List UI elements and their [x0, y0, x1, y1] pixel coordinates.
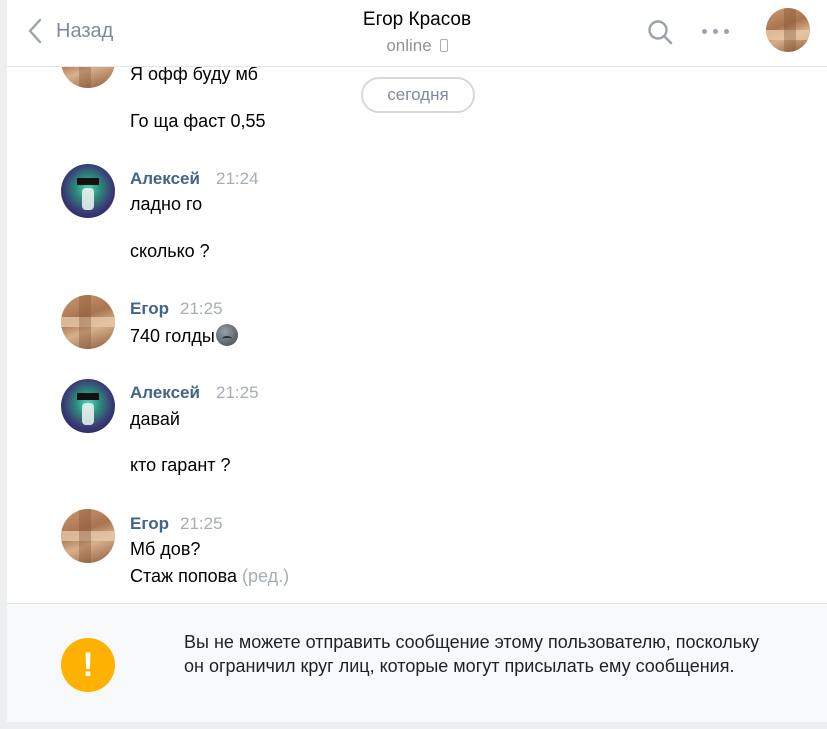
avatar-egor[interactable] [61, 509, 115, 563]
message-author[interactable]: Егор [130, 299, 169, 319]
more-dots-icon[interactable] [700, 20, 732, 42]
message-time: 21:24 [216, 169, 259, 188]
message-text: ладно го [130, 194, 203, 214]
message-author[interactable]: Алексей [130, 383, 200, 403]
avatar-alexey[interactable] [61, 379, 115, 433]
message-text: Го ща фаст 0,55 [130, 111, 266, 131]
sad-face-emoji-icon [215, 324, 238, 346]
message-author[interactable]: Егор [130, 514, 169, 534]
avatar-egor[interactable] [61, 295, 115, 349]
message-text-row: 740 голды [130, 324, 238, 347]
write-restriction-notice: ! Вы не можете отправить сообщение этому… [7, 603, 827, 722]
search-button[interactable] [647, 19, 673, 50]
message-text: Я офф буду мб [130, 64, 258, 84]
mobile-phone-icon [439, 39, 448, 52]
header-avatar[interactable] [766, 8, 810, 52]
warning-icon: ! [61, 638, 115, 692]
message-time: 21:25 [180, 299, 223, 318]
message-text: сколько ? [130, 241, 210, 261]
notice-text: Вы не можете отправить сообщение этому п… [184, 632, 760, 676]
message-text: кто гарант ? [130, 455, 231, 475]
date-divider: сегодня [361, 77, 475, 113]
message-text-row: Стаж попова (ред.) [130, 566, 289, 587]
message-text: Мб дов? [130, 539, 201, 559]
chat-window: Я офф буду мб Го ща фаст 0,55 Алексей 21… [7, 0, 827, 722]
message-time: 21:25 [216, 383, 259, 402]
message-text: 740 голды [130, 326, 215, 346]
edited-label: (ред.) [242, 566, 290, 586]
message-text: давай [130, 409, 180, 429]
message-author[interactable]: Алексей [130, 169, 200, 189]
avatar-alexey[interactable] [61, 164, 115, 218]
chat-header: Назад Егор Красов online [7, 0, 827, 67]
message-text: Стаж попова [130, 566, 237, 586]
status-text: online [386, 36, 432, 55]
message-time: 21:25 [180, 514, 223, 533]
search-icon [648, 20, 673, 45]
